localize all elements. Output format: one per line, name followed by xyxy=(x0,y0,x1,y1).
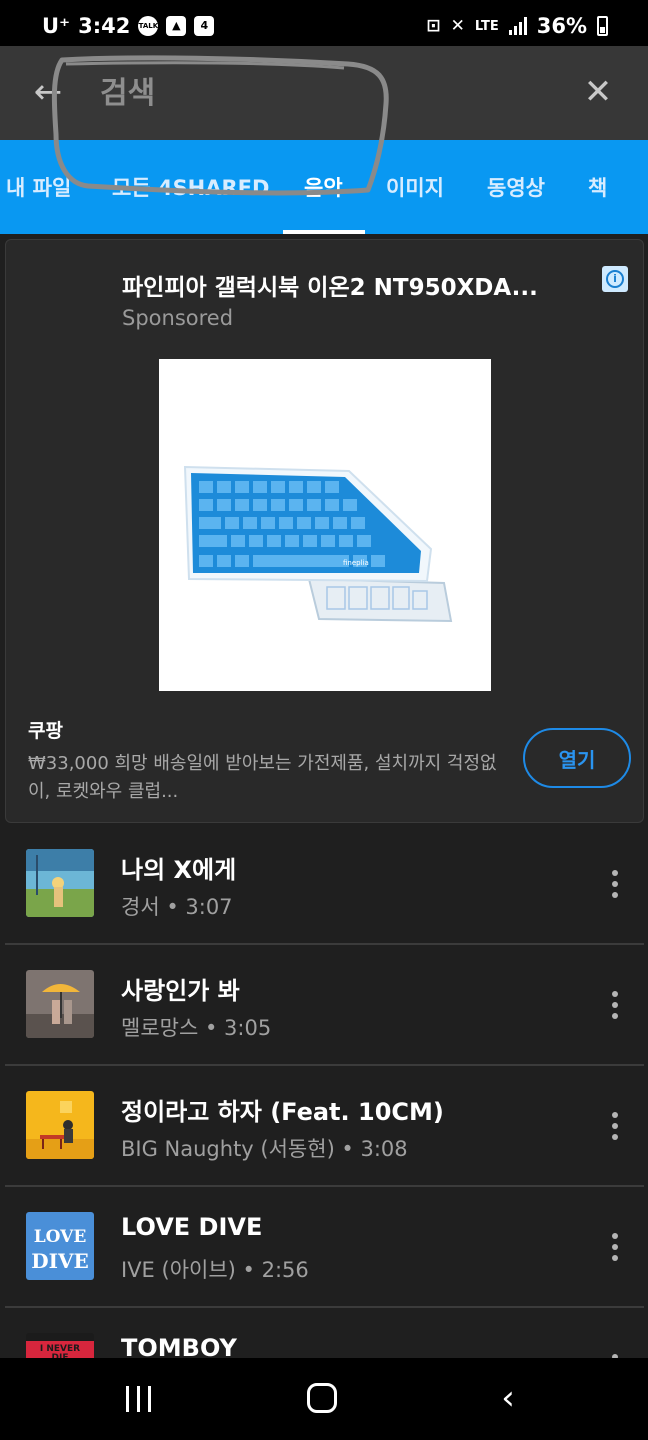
svg-text:LOVE: LOVE xyxy=(34,1227,87,1247)
back-arrow-icon[interactable]: ← xyxy=(28,72,68,112)
keyboard-cover-image: fineplia xyxy=(183,465,453,623)
nav-back-icon[interactable]: ‹ xyxy=(488,1378,528,1418)
recent-apps-icon[interactable] xyxy=(126,1386,151,1412)
keyboard-brand-text: fineplia xyxy=(343,559,369,567)
ad-product-image[interactable]: fineplia xyxy=(159,359,491,691)
notification-count-icon: 4 xyxy=(194,16,215,36)
more-options-icon[interactable] xyxy=(603,1227,627,1267)
ad-brand-name: 쿠팡 xyxy=(28,720,63,742)
signal-icon xyxy=(508,17,527,35)
song-list: 나의 X에게 경서 • 3:07 사랑인가 봐 멜로망스 • 3:05 정이라고… xyxy=(0,824,648,1429)
tab-books[interactable]: 책 xyxy=(588,172,607,202)
svg-text:DIVE: DIVE xyxy=(31,1249,88,1273)
song-title: 나의 X에게 xyxy=(121,856,237,884)
tab-images[interactable]: 이미지 xyxy=(386,172,444,202)
tab-videos[interactable]: 동영상 xyxy=(487,172,545,202)
song-row[interactable]: LOVE DIVE LOVE DIVE IVE (아이브) • 2:56 xyxy=(5,1187,644,1308)
ad-description: ₩33,000 희망 배송일에 받아보는 가전제품, 설치까지 걱정없이, 로켓… xyxy=(28,753,497,802)
network-type: LTE xyxy=(474,18,499,34)
song-title: 사랑인가 봐 xyxy=(121,977,240,1005)
song-row[interactable]: 정이라고 하자 (Feat. 10CM) BIG Naughty (서동현) •… xyxy=(5,1066,644,1187)
ad-title[interactable]: 파인피아 갤럭시북 이온2 NT950XDA... xyxy=(122,268,572,302)
song-artist-duration: IVE (아이브) • 2:56 xyxy=(121,1258,309,1282)
battery-percent: 36% xyxy=(536,14,587,38)
more-options-icon[interactable] xyxy=(603,1106,627,1146)
carrier-label: U⁺ xyxy=(42,14,71,38)
more-options-icon[interactable] xyxy=(603,864,627,904)
system-nav-bar: ‹ xyxy=(0,1358,648,1440)
status-time: 3:42 xyxy=(78,14,131,38)
search-header: ← ✕ xyxy=(0,46,648,140)
ad-open-button[interactable]: 열기 xyxy=(523,728,631,788)
song-artist-duration: 경서 • 3:07 xyxy=(121,895,233,919)
sponsored-ad-card[interactable]: 파인피아 갤럭시북 이온2 NT950XDA... Sponsored i fi… xyxy=(5,239,644,823)
search-input[interactable] xyxy=(100,68,520,118)
album-art: LOVE DIVE xyxy=(26,1212,94,1280)
category-tabs: 내 파일 모든 4SHARED 음악 이미지 동영상 책 xyxy=(0,140,648,234)
tab-all-4shared[interactable]: 모든 4SHARED xyxy=(112,172,269,202)
close-icon[interactable]: ✕ xyxy=(578,72,618,112)
song-artist-duration: BIG Naughty (서동현) • 3:08 xyxy=(121,1137,408,1161)
tab-music[interactable]: 음악 xyxy=(304,172,343,202)
album-art xyxy=(26,849,94,917)
kakaotalk-icon: TALK xyxy=(138,16,159,36)
song-row[interactable]: 나의 X에게 경서 • 3:07 xyxy=(5,824,644,945)
mute-icon: ✕ xyxy=(450,16,465,36)
album-art xyxy=(26,970,94,1038)
home-icon[interactable] xyxy=(307,1383,337,1413)
song-title: LOVE DIVE xyxy=(121,1213,263,1241)
song-title: 정이라고 하자 (Feat. 10CM) xyxy=(121,1098,444,1126)
song-artist-duration: 멜로망스 • 3:05 xyxy=(121,1016,272,1040)
more-options-icon[interactable] xyxy=(603,985,627,1025)
song-row[interactable]: 사랑인가 봐 멜로망스 • 3:05 xyxy=(5,945,644,1066)
lock-icon: ⊡ xyxy=(426,16,441,36)
info-icon[interactable]: i xyxy=(602,266,628,292)
album-art xyxy=(26,1091,94,1159)
active-tab-indicator xyxy=(283,230,365,234)
gallery-icon: ▲ xyxy=(166,16,187,36)
ad-sponsored-label: Sponsored xyxy=(122,306,234,330)
status-bar: U⁺ 3:42 TALK ▲ 4 ⊡ ✕ LTE 36% xyxy=(0,0,648,46)
tab-my-files[interactable]: 내 파일 xyxy=(6,172,71,202)
battery-icon xyxy=(597,16,608,36)
